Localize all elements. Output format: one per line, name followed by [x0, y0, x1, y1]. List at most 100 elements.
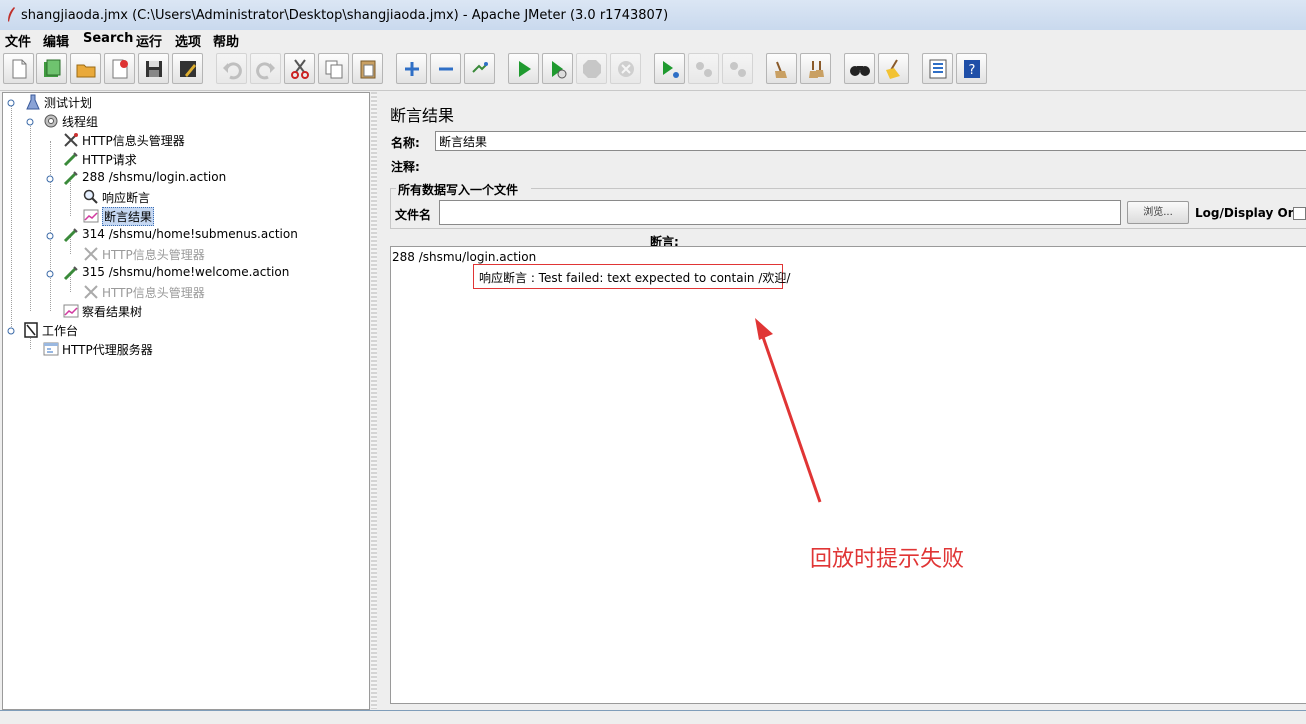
proxy-icon [43, 342, 59, 356]
clear-button[interactable] [766, 53, 797, 84]
function-helper-button[interactable] [922, 53, 953, 84]
assertion-sampler-name: 288 /shsmu/login.action [392, 250, 537, 264]
toolbar: ? [0, 50, 1306, 91]
new-button[interactable] [3, 53, 34, 84]
start-icon [519, 61, 531, 77]
svg-text:?: ? [969, 63, 976, 78]
log-display-only-checkbox[interactable] [1293, 207, 1306, 220]
tree-node-label: HTTP信息头管理器 [102, 248, 205, 262]
tree-node-label: 察看结果树 [82, 305, 143, 319]
tree-node-label: HTTP代理服务器 [62, 343, 153, 357]
workbench-icon [24, 322, 38, 338]
annotation-arrow [755, 318, 822, 503]
clear-all-icon [809, 61, 824, 78]
remote-start-button[interactable] [654, 53, 685, 84]
file-section-border [531, 188, 1306, 189]
expand-toggle-icon[interactable] [46, 270, 54, 278]
log-display-only-label: Log/Display Only: [1195, 206, 1306, 220]
menu-search[interactable]: Search [83, 31, 133, 46]
expand-all-button[interactable] [396, 53, 427, 84]
copy-button[interactable] [318, 53, 349, 84]
shutdown-button[interactable] [610, 53, 641, 84]
reset-search-icon [886, 59, 900, 79]
expand-toggle-icon[interactable] [26, 118, 34, 126]
collapse-icon [439, 67, 453, 71]
save-as-button[interactable] [172, 53, 203, 84]
templates-icon [44, 59, 61, 77]
tree-node-label: 断言结果 [102, 207, 155, 226]
filename-field[interactable] [439, 200, 1121, 225]
start-button[interactable] [508, 53, 539, 84]
thread-group-icon [44, 114, 58, 128]
expand-toggle-icon[interactable] [7, 327, 15, 335]
split-pane-divider[interactable] [371, 92, 377, 709]
redo-button[interactable] [250, 53, 281, 84]
search-button[interactable] [844, 53, 875, 84]
assertion-failure-message: 响应断言 : Test failed: text expected to con… [473, 264, 790, 289]
browse-button[interactable]: 浏览... [1127, 201, 1189, 224]
function-helper-icon [929, 59, 947, 79]
sampler-icon [63, 171, 78, 186]
tree-node-label: 288 /shsmu/login.action [82, 170, 227, 184]
stop-button[interactable] [576, 53, 607, 84]
expand-icon [405, 62, 419, 76]
expand-toggle-icon[interactable] [46, 175, 54, 183]
save-button[interactable] [138, 53, 169, 84]
tree-node-label: 工作台 [42, 324, 79, 338]
tree-line [50, 141, 51, 311]
tree-node-label: 314 /shsmu/home!submenus.action [82, 227, 298, 241]
undo-button[interactable] [216, 53, 247, 84]
sampler-icon [63, 152, 78, 167]
tree-node-label: 响应断言 [102, 191, 151, 205]
menu-file[interactable]: 文件 [5, 31, 31, 50]
remote-shutdown-icon [730, 62, 746, 77]
assertion-results-area[interactable]: 288 /shsmu/login.action 响应断言 : Test fail… [390, 246, 1306, 704]
templates-button[interactable] [36, 53, 67, 84]
copy-icon [325, 60, 343, 79]
menu-help[interactable]: 帮助 [213, 31, 239, 50]
name-field[interactable] [435, 131, 1306, 151]
remote-shutdown-button[interactable] [722, 53, 753, 84]
help-button[interactable]: ? [956, 53, 987, 84]
paste-icon [360, 60, 376, 79]
remote-stop-icon [696, 62, 712, 77]
listener-icon [83, 209, 99, 223]
window-bottom-edge [0, 710, 1306, 724]
tree-node-label: 线程组 [62, 115, 99, 129]
menu-run[interactable]: 运行 [136, 31, 162, 50]
expand-toggle-icon[interactable] [46, 232, 54, 240]
remote-stop-button[interactable] [688, 53, 719, 84]
close-button[interactable] [104, 53, 135, 84]
cut-button[interactable] [284, 53, 315, 84]
expand-toggle-icon[interactable] [7, 99, 15, 107]
clear-all-button[interactable] [800, 53, 831, 84]
comment-label: 注释: [391, 160, 420, 174]
tree-node-label: 测试计划 [44, 96, 93, 110]
shutdown-icon [618, 61, 634, 77]
tree-line [30, 121, 31, 311]
open-icon [76, 64, 96, 78]
save-as-icon [180, 61, 196, 77]
new-icon [12, 59, 27, 79]
remote-start-icon [663, 61, 679, 78]
comment-field[interactable] [435, 154, 1306, 174]
toggle-icon [472, 62, 488, 73]
collapse-all-button[interactable] [430, 53, 461, 84]
open-button[interactable] [70, 53, 101, 84]
stop-icon [583, 60, 601, 78]
menu-edit[interactable]: 编辑 [43, 31, 69, 50]
tree-node-label: HTTP请求 [82, 153, 137, 167]
clear-icon [775, 61, 787, 78]
reset-search-button[interactable] [878, 53, 909, 84]
assertion-results-panel: 断言结果 名称: 注释: 所有数据写入一个文件 文件名 浏览... Log/Di… [380, 92, 1306, 709]
sampler-icon [63, 266, 78, 281]
start-no-pause-icon [552, 61, 567, 79]
tree-node-label: HTTP信息头管理器 [82, 134, 185, 148]
listener-icon [63, 304, 79, 318]
start-no-pause-button[interactable] [542, 53, 573, 84]
toggle-button[interactable] [464, 53, 495, 84]
menu-options[interactable]: 选项 [175, 31, 201, 50]
test-plan-tree[interactable]: 测试计划 线程组 HTTP信息头管理器 HTTP请求 288 /shsmu/lo… [2, 92, 370, 710]
paste-button[interactable] [352, 53, 383, 84]
redo-icon [256, 62, 275, 80]
